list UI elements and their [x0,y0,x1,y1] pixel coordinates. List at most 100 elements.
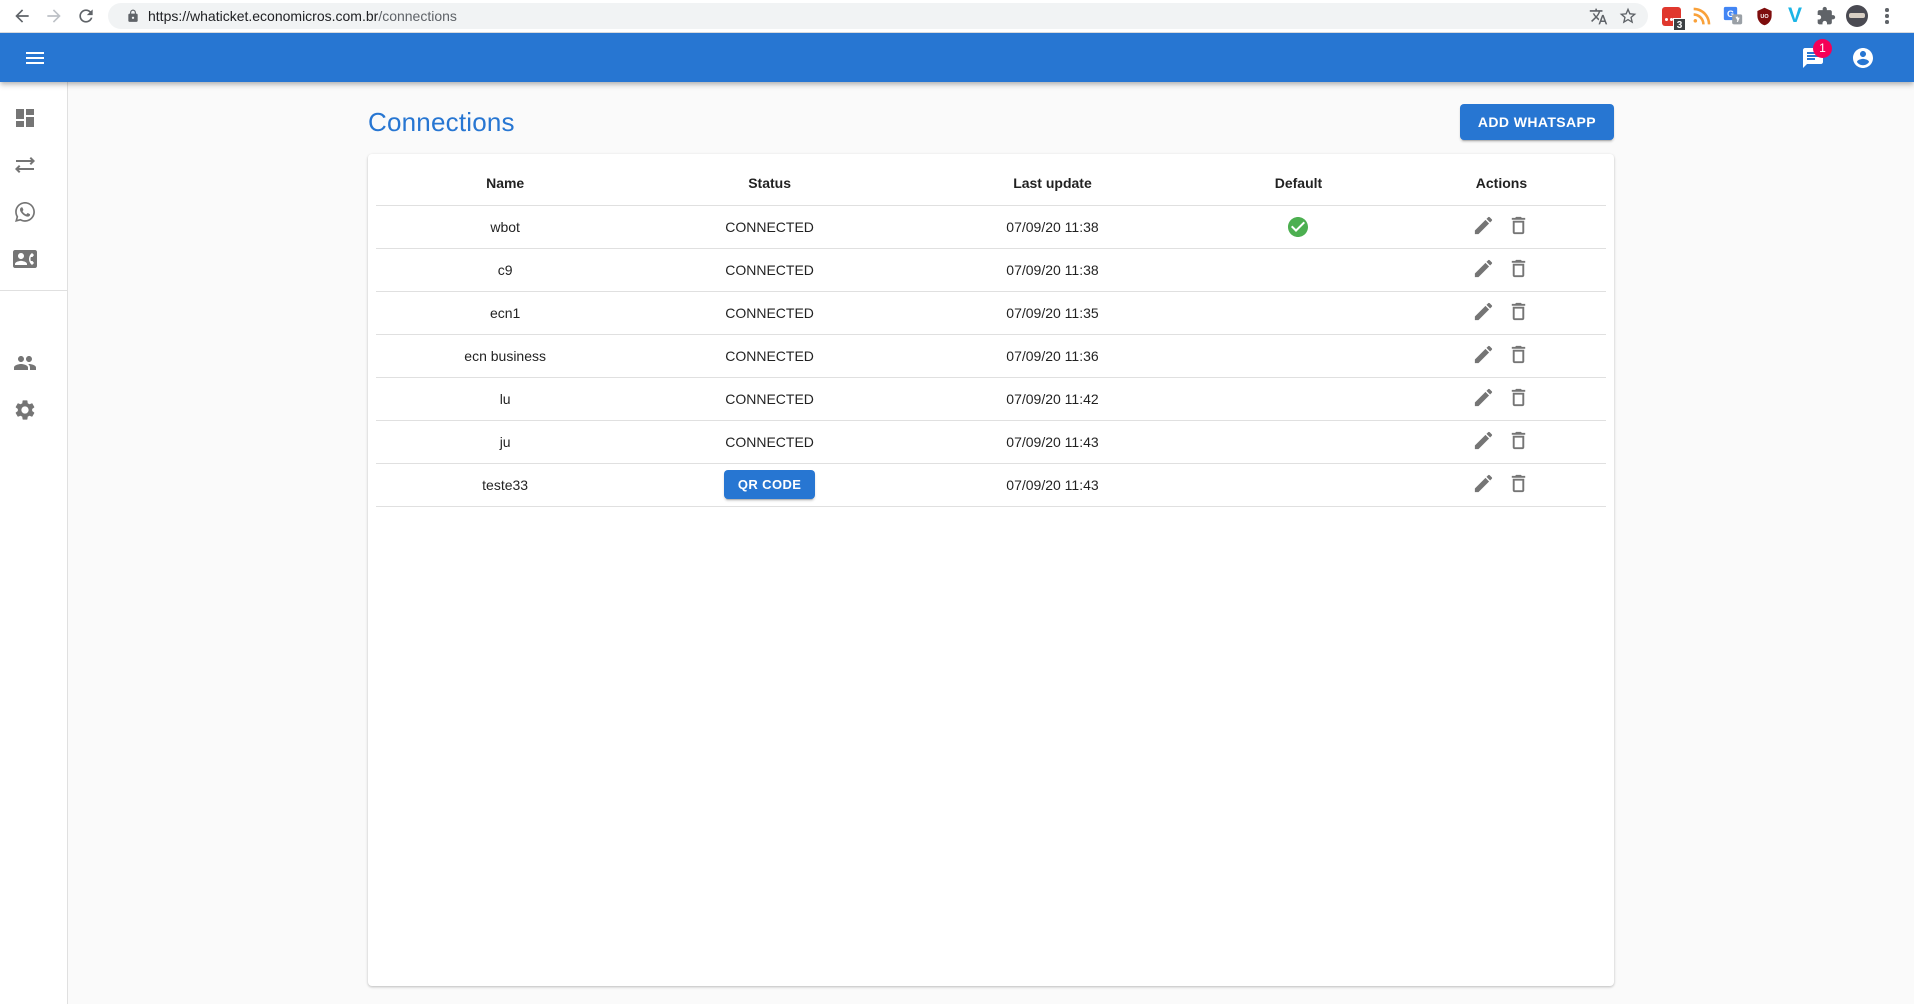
pencil-icon [1472,343,1495,366]
connection-last-update: 07/09/20 11:38 [905,205,1200,248]
page-title: Connections [368,107,515,138]
swap-arrows-icon [13,153,37,177]
google-translate-extension-icon[interactable]: G [1722,5,1744,27]
column-header-last-update: Last update [905,162,1200,205]
ublock-extension-icon[interactable]: UO [1753,5,1775,27]
delete-button[interactable] [1503,253,1534,287]
delete-button[interactable] [1503,339,1534,373]
trash-icon [1507,386,1530,409]
dashboard-icon [13,106,37,130]
lock-icon [126,9,140,23]
notification-badge: 1 [1813,39,1832,58]
contact-phone-icon [13,247,37,271]
connection-name: lu [376,377,634,420]
pencil-icon [1472,429,1495,452]
address-bar[interactable]: https://whaticket.economicros.com.br/con… [108,3,1648,29]
extensions-area: 3 G UO V [1660,4,1897,28]
url-domain: https://whaticket.economicros.com.br [148,8,378,24]
gear-icon [13,398,37,422]
edit-button[interactable] [1468,253,1499,287]
sidebar-item-settings[interactable] [0,386,67,433]
table-row: ecn1 CONNECTED 07/09/20 11:35 [376,291,1606,334]
connection-name: ecn business [376,334,634,377]
edit-button[interactable] [1468,468,1499,502]
connections-table: Name Status Last update Default Actions … [376,162,1606,507]
trash-icon [1507,300,1530,323]
connections-table-body: wbot CONNECTED 07/09/20 11:38 c9 CONNECT… [376,205,1606,506]
v-extension-icon[interactable]: V [1784,5,1806,27]
connection-last-update: 07/09/20 11:35 [905,291,1200,334]
menu-button[interactable] [14,37,56,79]
column-header-actions: Actions [1397,162,1606,205]
reload-icon [76,6,96,26]
column-header-status: Status [634,162,905,205]
delete-button[interactable] [1503,382,1534,416]
connection-last-update: 07/09/20 11:38 [905,248,1200,291]
edit-button[interactable] [1468,425,1499,459]
delete-button[interactable] [1503,468,1534,502]
pencil-icon [1472,386,1495,409]
sidebar-item-whatsapp[interactable] [0,188,67,235]
connection-status: CONNECTED [725,262,814,278]
red-chat-extension-icon[interactable]: 3 [1660,5,1682,27]
rss-extension-icon[interactable] [1691,5,1713,27]
menu-kebab-icon[interactable] [1877,4,1897,28]
puzzle-extensions-icon[interactable] [1815,5,1837,27]
reload-button[interactable] [70,2,102,30]
pencil-icon [1472,214,1495,237]
connection-name: ecn1 [376,291,634,334]
qr-code-button[interactable]: QR CODE [724,470,815,499]
sidebar-item-dashboard[interactable] [0,94,67,141]
edit-button[interactable] [1468,339,1499,373]
column-header-default: Default [1200,162,1397,205]
connection-name: c9 [376,248,634,291]
edit-button[interactable] [1468,382,1499,416]
connection-status: CONNECTED [725,305,814,321]
notifications-chat-button[interactable]: 1 [1792,37,1834,79]
connection-last-update: 07/09/20 11:36 [905,334,1200,377]
edit-button[interactable] [1468,296,1499,330]
translate-icon[interactable] [1588,6,1608,26]
connection-status: CONNECTED [725,434,814,450]
sidebar-item-users[interactable] [0,339,67,386]
sidebar-item-contacts[interactable] [0,235,67,282]
trash-icon [1507,472,1530,495]
bookmark-star-icon[interactable] [1618,6,1638,26]
sidebar-group-gap [0,299,67,339]
trash-icon [1507,257,1530,280]
main-content: Connections ADD WHATSAPP Name Status Las… [68,82,1914,1004]
pencil-icon [1472,300,1495,323]
account-button[interactable] [1842,37,1884,79]
delete-button[interactable] [1503,425,1534,459]
browser-toolbar: https://whaticket.economicros.com.br/con… [0,0,1914,33]
connection-status: CONNECTED [725,391,814,407]
sidebar-item-transfers[interactable] [0,141,67,188]
trash-icon [1507,214,1530,237]
table-row: lu CONNECTED 07/09/20 11:42 [376,377,1606,420]
sidebar-divider [0,290,67,291]
back-button[interactable] [6,2,38,30]
back-icon [12,6,32,26]
extension-badge: 3 [1673,18,1686,31]
table-header-row: Name Status Last update Default Actions [376,162,1606,205]
table-row: ju CONNECTED 07/09/20 11:43 [376,420,1606,463]
edit-button[interactable] [1468,210,1499,244]
column-header-name: Name [376,162,634,205]
table-row: wbot CONNECTED 07/09/20 11:38 [376,205,1606,248]
add-whatsapp-button[interactable]: ADD WHATSAPP [1460,104,1614,140]
table-row: teste33 QR CODE 07/09/20 11:43 [376,463,1606,506]
pencil-icon [1472,257,1495,280]
delete-button[interactable] [1503,296,1534,330]
forward-button[interactable] [38,2,70,30]
connection-last-update: 07/09/20 11:43 [905,420,1200,463]
delete-button[interactable] [1503,210,1534,244]
app-bar: 1 [0,33,1914,82]
pencil-icon [1472,472,1495,495]
connection-status: CONNECTED [725,348,814,364]
profile-avatar[interactable] [1846,5,1868,27]
connection-name: ju [376,420,634,463]
menu-icon [23,46,47,70]
connection-status: CONNECTED [725,219,814,235]
connection-name: teste33 [376,463,634,506]
forward-icon [44,6,64,26]
